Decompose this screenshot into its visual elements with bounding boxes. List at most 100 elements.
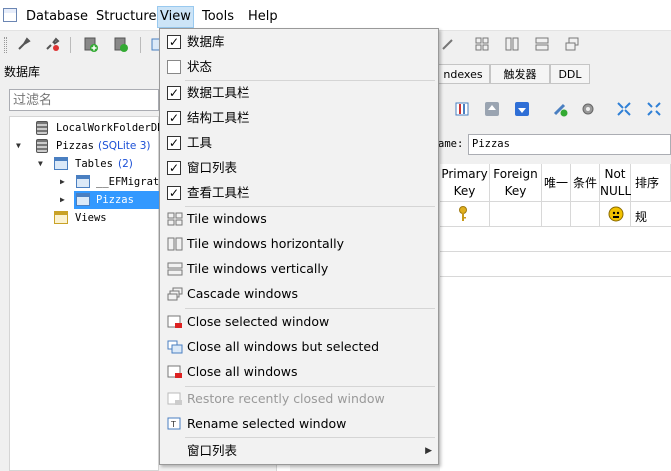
- menu-item-tile-windows[interactable]: Tile windows: [162, 207, 436, 231]
- menu-separator: [185, 437, 435, 438]
- table-name-input[interactable]: Pizzas: [468, 134, 671, 155]
- menu-item-label: Tile windows horizontally: [187, 236, 344, 251]
- tree-item-pizzas-db[interactable]: ▼ Pizzas (SQLite 3): [10, 137, 160, 155]
- grid-cell[interactable]: [490, 202, 542, 227]
- checkbox-checked-icon: ✓: [167, 35, 181, 49]
- tree-item-label: Tables: [75, 158, 113, 170]
- menu-separator: [185, 308, 435, 309]
- svg-text:T: T: [170, 420, 176, 429]
- menu-item-label: Close all windows but selected: [187, 339, 380, 354]
- menu-item-restore-closed-window: Restore recently closed window: [162, 387, 436, 411]
- tree-item-localworkfolderdb[interactable]: LocalWorkFolderDB: [10, 119, 163, 137]
- tree-item-pizzas-table-icons[interactable]: ▶: [10, 191, 90, 209]
- tile-vertical-toolbar-icon[interactable]: [504, 36, 520, 52]
- tree-item-tables[interactable]: ▼ Tables (2): [10, 155, 160, 173]
- header-line: Key: [504, 184, 527, 198]
- column-header-unique[interactable]: 唯一: [542, 164, 571, 202]
- tree-item-views[interactable]: Views: [10, 209, 160, 227]
- menu-item-database-panel[interactable]: ✓ 数据库: [162, 30, 436, 54]
- tab-triggers[interactable]: 触发器: [490, 64, 550, 84]
- menu-item-label: Tile windows vertically: [187, 261, 329, 276]
- toolbar-grip[interactable]: [4, 37, 7, 53]
- collapse-arrow-icon[interactable]: ▼: [38, 155, 43, 173]
- menu-item-close-all-windows[interactable]: Close all windows: [162, 360, 436, 384]
- menu-item-view-toolbar[interactable]: ✓ 查看工具栏: [162, 181, 436, 205]
- db-type-tag: (SQLite 3): [98, 140, 151, 152]
- tree-item-label: Pizzas: [56, 140, 94, 152]
- menu-item-status-panel[interactable]: 状态: [162, 55, 436, 79]
- connect-icon[interactable]: [16, 36, 32, 52]
- add-database-icon[interactable]: [82, 36, 98, 52]
- tree-item-label: __EFMigrat: [96, 176, 160, 188]
- columns-grid[interactable]: Primary Key Foreign Key 唯一 条件 Not NULL 排…: [440, 164, 671, 471]
- menu-tools[interactable]: Tools: [200, 7, 236, 27]
- move-down-icon[interactable]: [514, 101, 530, 117]
- menu-item-window-list-submenu[interactable]: 窗口列表 ▶: [162, 439, 436, 463]
- edit-icon[interactable]: [440, 36, 456, 52]
- tables-folder-icon: [54, 157, 68, 170]
- database-tree[interactable]: LocalWorkFolderDB ▼ Pizzas (SQLite 3) ▼ …: [9, 116, 163, 471]
- columns-icon[interactable]: [454, 101, 470, 117]
- tile-icon: [167, 212, 183, 226]
- menu-item-structure-toolbar[interactable]: ✓ 结构工具栏: [162, 106, 436, 130]
- column-header-primary-key[interactable]: Primary Key: [440, 164, 490, 202]
- expand-arrow-icon[interactable]: ▶: [60, 191, 65, 209]
- menu-item-label: Close selected window: [187, 314, 330, 329]
- grid-cell[interactable]: [542, 202, 571, 227]
- menu-item-label: Rename selected window: [187, 416, 347, 431]
- collapse-arrow-icon[interactable]: ▼: [16, 137, 21, 155]
- toolbar-separator: [140, 37, 141, 53]
- rename-window-icon: T: [167, 417, 181, 430]
- menu-item-tile-horizontally[interactable]: Tile windows horizontally: [162, 232, 436, 256]
- menu-item-data-toolbar[interactable]: ✓ 数据工具栏: [162, 81, 436, 105]
- menu-item-tools-toolbar[interactable]: ✓ 工具: [162, 131, 436, 155]
- menu-database[interactable]: Database: [24, 7, 90, 27]
- table-row[interactable]: [440, 202, 671, 227]
- table-row[interactable]: [440, 227, 671, 252]
- move-up-icon[interactable]: [484, 101, 500, 117]
- menu-item-label: 数据工具栏: [187, 85, 250, 100]
- column-header-check[interactable]: 条件: [571, 164, 600, 202]
- views-folder-icon: [54, 211, 68, 224]
- menu-item-window-list-toolbar[interactable]: ✓ 窗口列表: [162, 156, 436, 180]
- menu-item-label: Close all windows: [187, 364, 298, 379]
- column-header-foreign-key[interactable]: Foreign Key: [490, 164, 542, 202]
- collapse-icon[interactable]: [616, 101, 632, 117]
- settings-icon[interactable]: [580, 101, 596, 117]
- menu-item-cascade-windows[interactable]: Cascade windows: [162, 282, 436, 306]
- table-row[interactable]: [440, 252, 671, 277]
- tab-ddl[interactable]: DDL: [550, 64, 590, 84]
- tile-toolbar-icon[interactable]: [474, 36, 490, 52]
- checkbox-checked-icon: ✓: [167, 186, 181, 200]
- cascade-toolbar-icon[interactable]: [564, 36, 580, 52]
- expand-arrow-icon[interactable]: ▶: [60, 173, 65, 191]
- menu-item-label: 数据库: [187, 34, 225, 49]
- menu-item-tile-vertically[interactable]: Tile windows vertically: [162, 257, 436, 281]
- tile-horizontal-toolbar-icon[interactable]: [534, 36, 550, 52]
- menu-structure[interactable]: Structure: [94, 7, 158, 27]
- menu-item-rename-window[interactable]: T Rename selected window: [162, 412, 436, 436]
- menu-item-label: 窗口列表: [187, 443, 238, 458]
- toolbar-separator: [70, 37, 71, 53]
- menu-item-close-all-but-selected[interactable]: Close all windows but selected: [162, 335, 436, 359]
- grid-cell[interactable]: [600, 202, 631, 227]
- grid-cell[interactable]: [440, 202, 490, 227]
- key-icon: [459, 206, 467, 221]
- database-icon: [36, 139, 48, 153]
- not-null-icon: [608, 206, 624, 222]
- menu-item-close-selected-window[interactable]: Close selected window: [162, 310, 436, 334]
- menu-help[interactable]: Help: [246, 7, 280, 27]
- refresh-database-icon[interactable]: [112, 36, 128, 52]
- checkbox-checked-icon: ✓: [167, 161, 181, 175]
- expand-icon[interactable]: [646, 101, 662, 117]
- tree-item-efmigrations[interactable]: ▶ __EFMigrat: [10, 173, 160, 191]
- column-header-not-null[interactable]: Not NULL: [600, 164, 631, 202]
- column-header-collation[interactable]: 排序规: [631, 164, 671, 224]
- menu-view[interactable]: View: [157, 6, 194, 28]
- disconnect-icon[interactable]: [44, 36, 60, 52]
- table-icon: [76, 175, 90, 188]
- tab-indexes[interactable]: ndexes: [436, 64, 490, 84]
- grid-cell[interactable]: [571, 202, 600, 227]
- filter-input[interactable]: [9, 89, 159, 111]
- add-column-icon[interactable]: [552, 101, 568, 117]
